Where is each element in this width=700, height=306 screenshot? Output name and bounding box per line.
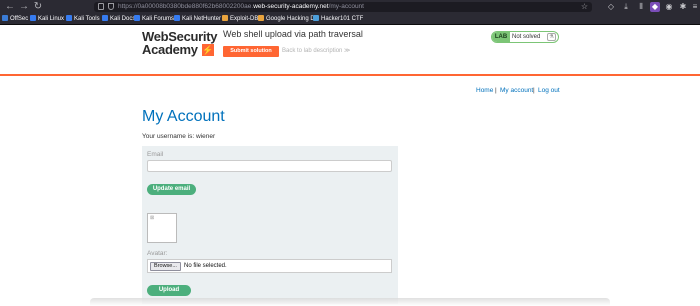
- kali-icon: [66, 15, 72, 21]
- bookmark-google-hacking-db[interactable]: Google Hacking DB: [258, 14, 319, 25]
- tracking-shield-icon[interactable]: [108, 3, 114, 10]
- bookmark-label: Hacker101 CTF: [321, 16, 364, 22]
- nav-home-link[interactable]: Home: [476, 87, 493, 94]
- bookmark-exploit-db[interactable]: Exploit-DB: [222, 14, 258, 25]
- email-field[interactable]: [147, 160, 392, 172]
- bookmark-kali-linux[interactable]: Kali Linux: [30, 14, 64, 25]
- broken-image-icon: ⊠: [150, 215, 155, 221]
- bookmark-label: Kali NetHunter: [182, 16, 222, 22]
- double-chevron-icon: ≫: [344, 48, 351, 54]
- update-email-button[interactable]: Update email: [147, 184, 196, 195]
- reload-icon[interactable]: ↻: [32, 1, 44, 13]
- bookmark-label: Kali Docs: [110, 16, 136, 22]
- kali-icon: [134, 15, 140, 21]
- lock-icon[interactable]: [98, 3, 104, 10]
- avatar-image: ⊠: [147, 213, 177, 243]
- bookmark-kali-forums[interactable]: Kali Forums: [134, 14, 174, 25]
- url-subdomain: https://0a00008b0380bde880f62b68002200ae…: [118, 3, 254, 10]
- back-link-label: Back to lab description: [282, 48, 343, 54]
- kali-icon: [174, 15, 180, 21]
- bookmark-kali-nethunter[interactable]: Kali NetHunter: [174, 14, 221, 25]
- username-text: Your username is: wiener: [142, 133, 216, 140]
- header-divider: [0, 74, 700, 76]
- bookmark-offsec[interactable]: OffSec: [2, 14, 28, 25]
- bookmark-label: Exploit-DB: [230, 16, 259, 22]
- exploit-db-icon: [258, 15, 264, 21]
- kali-icon: [30, 15, 36, 21]
- back-to-lab-description-link[interactable]: Back to lab description ≫: [282, 46, 350, 57]
- library-icon[interactable]: ⫴: [636, 2, 646, 12]
- bookmark-hacker101[interactable]: Hacker101 CTF: [313, 14, 363, 25]
- kali-icon: [102, 15, 108, 21]
- extensions-puzzle-icon[interactable]: ✱: [678, 2, 688, 12]
- nav-separator: |: [533, 87, 535, 94]
- forward-icon[interactable]: →: [18, 1, 30, 13]
- hacker101-icon: [313, 15, 319, 21]
- logo-text-line2[interactable]: Academy: [142, 42, 198, 57]
- nav-separator: |: [495, 87, 497, 94]
- bottom-overlay-shadow: [90, 298, 610, 306]
- bookmarks-bar: OffSec Kali Linux Kali Tools Kali Docs K…: [0, 14, 700, 25]
- flask-icon: ⚗: [547, 33, 556, 41]
- bookmark-label: Kali Forums: [142, 16, 175, 22]
- lab-status-text: Not solved: [512, 34, 541, 40]
- bookmark-kali-tools[interactable]: Kali Tools: [66, 14, 100, 25]
- url-host: web-security-academy.net: [253, 3, 329, 10]
- nav-my-account-link[interactable]: My account: [500, 87, 533, 94]
- no-file-selected-text: No file selected.: [184, 263, 227, 269]
- bookmark-kali-docs[interactable]: Kali Docs: [102, 14, 135, 25]
- upload-button[interactable]: Upload: [147, 285, 191, 296]
- bookmark-label: Kali Tools: [74, 16, 100, 22]
- nav-log-out-link[interactable]: Log out: [538, 87, 560, 94]
- address-bar[interactable]: https://0a00008b0380bde880f62b68002200ae…: [94, 2, 592, 12]
- bookmark-label: OffSec: [10, 16, 29, 22]
- bookmark-label: Google Hacking DB: [266, 16, 319, 22]
- browser-toolbar: ← → ↻ https://0a00008b0380bde880f62b6800…: [0, 0, 700, 14]
- bookmark-label: Kali Linux: [38, 16, 65, 22]
- downloads-icon[interactable]: ⤓: [621, 2, 631, 12]
- extension-icon[interactable]: ◆: [650, 2, 660, 12]
- avatar-file-input[interactable]: Browse... No file selected.: [147, 259, 392, 273]
- lab-title: Web shell upload via path traversal: [223, 29, 363, 39]
- lab-header: WebSecurity Academy ⚡ Web shell upload v…: [0, 25, 700, 75]
- exploit-db-icon: [222, 15, 228, 21]
- lab-status-badge: LAB Not solved ⚗: [491, 31, 559, 43]
- account-icon[interactable]: ◉: [664, 2, 674, 12]
- offsec-icon: [2, 15, 8, 21]
- avatar-label: Avatar:: [147, 250, 168, 257]
- logo-mark-icon: ⚡: [202, 44, 214, 56]
- page-title: My Account: [142, 108, 225, 125]
- menu-icon[interactable]: ≡: [690, 2, 700, 12]
- submit-solution-button[interactable]: Submit solution: [223, 46, 279, 57]
- url-path: /my-account: [328, 3, 364, 10]
- url-text[interactable]: https://0a00008b0380bde880f62b68002200ae…: [118, 2, 364, 12]
- pocket-icon[interactable]: ◇: [606, 2, 616, 12]
- back-icon[interactable]: ←: [4, 1, 16, 13]
- browse-button[interactable]: Browse...: [150, 262, 181, 271]
- lab-badge-label: LAB: [492, 32, 510, 42]
- bookmark-star-icon[interactable]: ☆: [581, 2, 588, 12]
- email-label: Email: [147, 151, 164, 158]
